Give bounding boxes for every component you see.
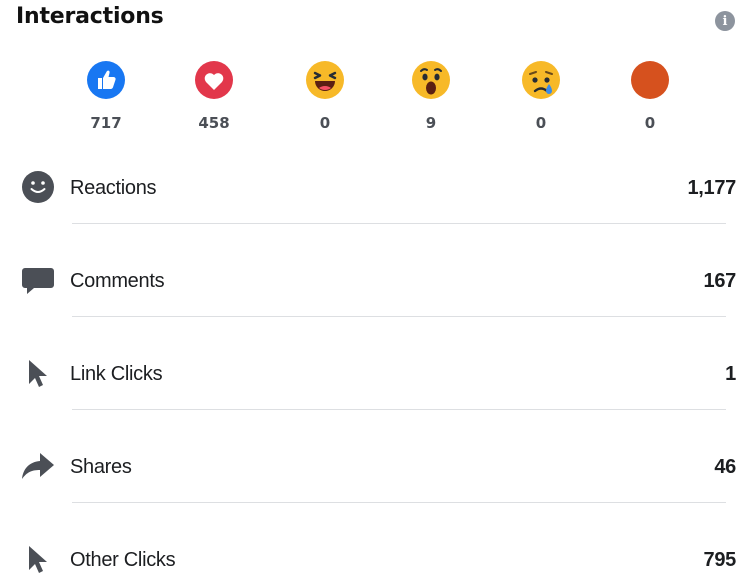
interactions-panel: Interactions i 717 458 0 9 0 0 Reactions… xyxy=(0,0,741,573)
sad-count: 0 xyxy=(535,114,547,132)
metric-comments: Comments 167 xyxy=(18,256,736,306)
reaction-love: 458 xyxy=(184,60,244,132)
smiley-face-icon xyxy=(20,169,56,205)
like-count: 717 xyxy=(90,114,122,132)
reaction-wow: 9 xyxy=(401,60,461,132)
metric-other-clicks: Other Clicks 795 xyxy=(18,535,736,585)
divider xyxy=(72,223,726,224)
metric-value: 1 xyxy=(725,363,736,385)
metric-reactions: Reactions 1,177 xyxy=(18,163,736,213)
reaction-like: 717 xyxy=(76,60,136,132)
metric-link-clicks: Link Clicks 1 xyxy=(18,349,736,399)
love-reaction-icon xyxy=(195,61,233,99)
comment-icon xyxy=(20,262,56,298)
metric-value: 1,177 xyxy=(687,177,736,199)
wow-count: 9 xyxy=(425,114,437,132)
haha-count: 0 xyxy=(319,114,331,132)
divider xyxy=(72,502,726,503)
angry-count: 0 xyxy=(644,114,656,132)
metric-label: Link Clicks xyxy=(70,363,163,385)
like-reaction-icon xyxy=(87,61,125,99)
reaction-angry: 0 xyxy=(620,60,680,132)
divider xyxy=(72,316,726,317)
love-count: 458 xyxy=(198,114,230,132)
metric-label: Shares xyxy=(70,456,132,478)
sad-reaction-icon xyxy=(522,61,560,99)
metric-value: 795 xyxy=(703,549,737,571)
metric-value: 46 xyxy=(714,456,736,478)
haha-reaction-icon xyxy=(306,61,344,99)
metric-label: Comments xyxy=(70,270,165,292)
metric-label: Reactions xyxy=(70,177,157,199)
angry-reaction-icon xyxy=(631,61,669,99)
metric-value: 167 xyxy=(703,270,737,292)
share-arrow-icon xyxy=(20,448,56,484)
reaction-haha: 0 xyxy=(295,60,355,132)
divider xyxy=(72,409,726,410)
wow-reaction-icon xyxy=(412,61,450,99)
cursor-icon xyxy=(20,355,56,391)
info-icon[interactable]: i xyxy=(715,11,735,31)
panel-title: Interactions xyxy=(16,4,164,29)
metric-label: Other Clicks xyxy=(70,549,176,571)
metric-shares: Shares 46 xyxy=(18,442,736,492)
reaction-sad: 0 xyxy=(511,60,571,132)
